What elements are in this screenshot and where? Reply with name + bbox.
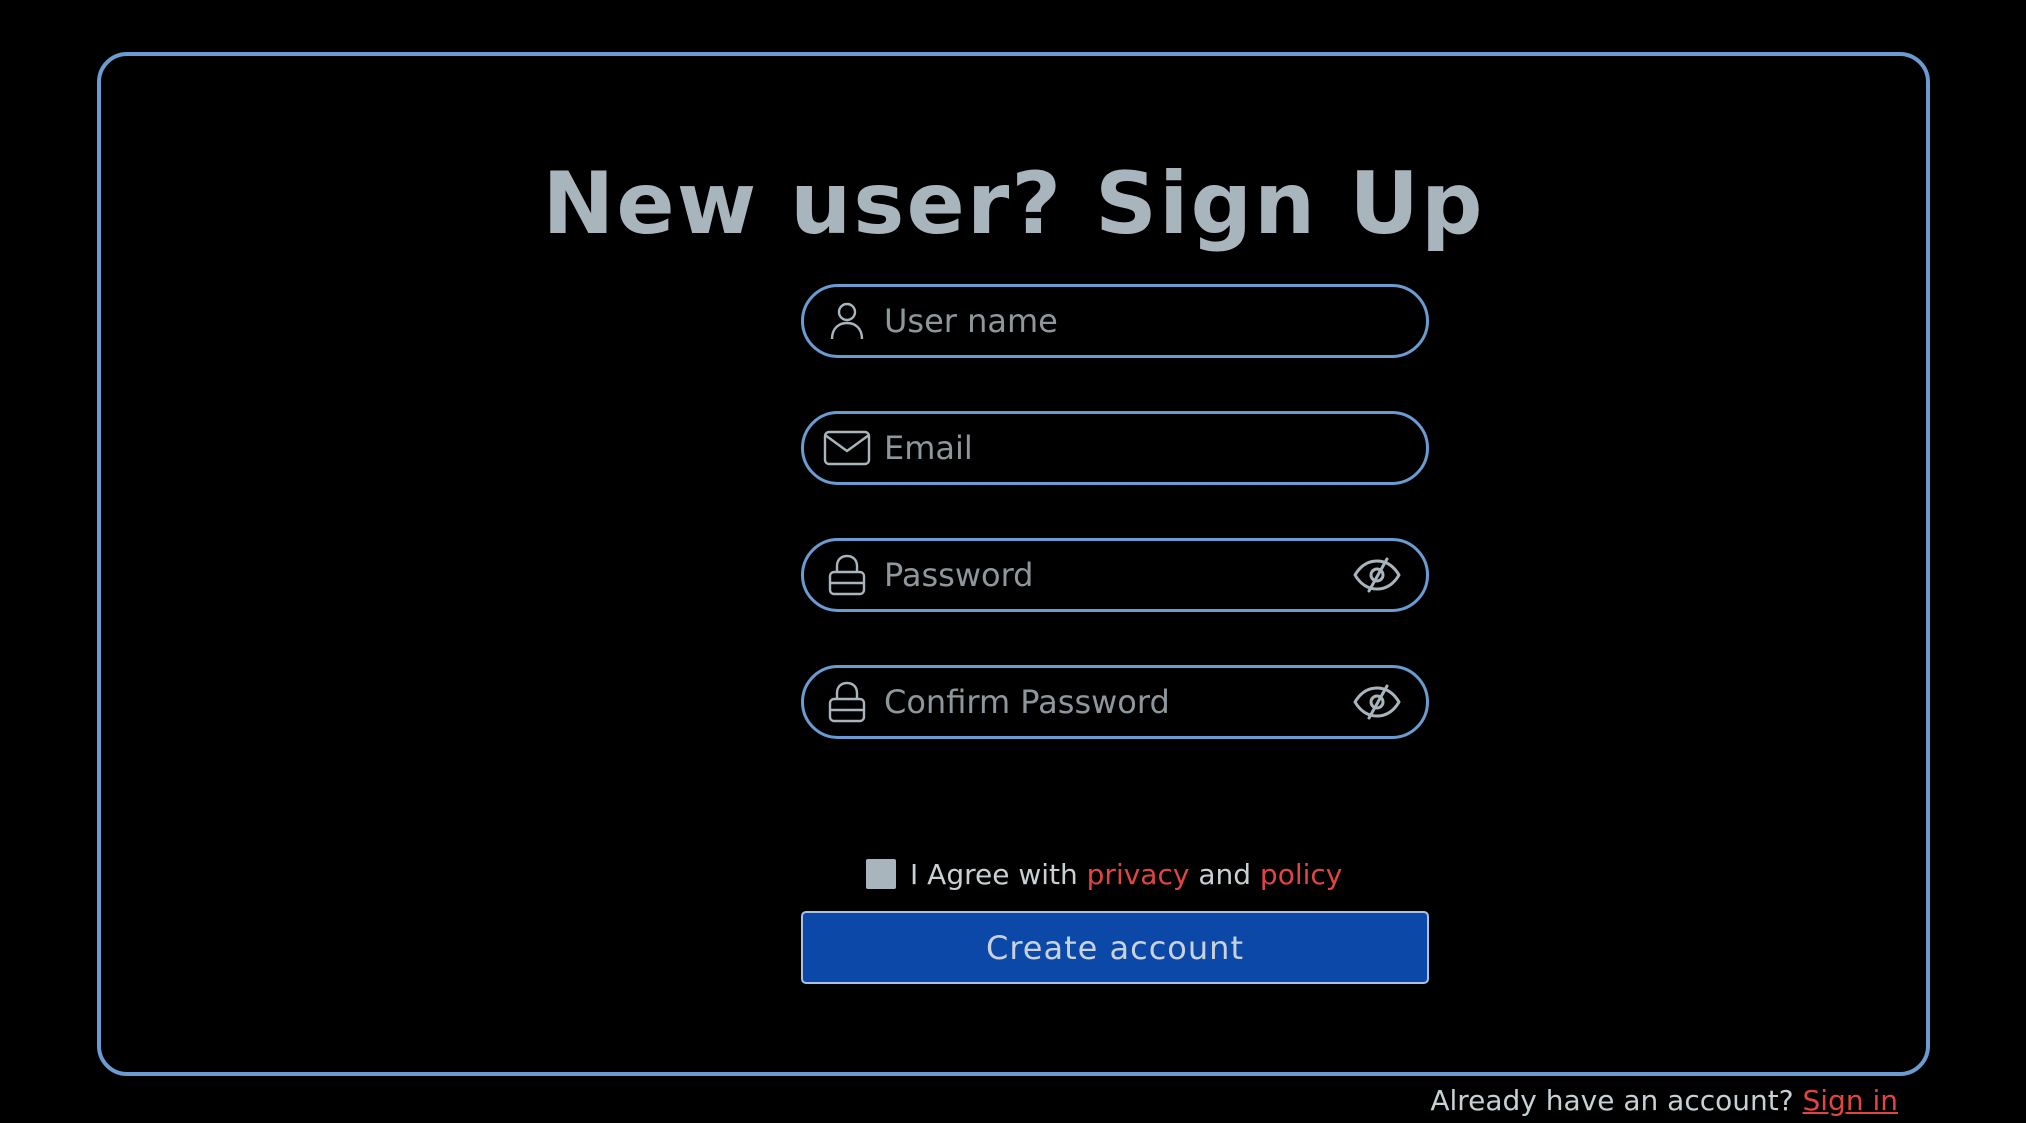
eye-slash-icon[interactable] xyxy=(1352,555,1402,595)
confirm-password-field[interactable] xyxy=(801,665,1429,739)
password-field[interactable] xyxy=(801,538,1429,612)
mail-icon xyxy=(822,426,872,470)
lock-icon xyxy=(822,680,872,724)
agree-row: I Agree with privacy and policy xyxy=(866,856,1342,892)
agree-connector: and xyxy=(1198,857,1252,891)
signup-card: New user? Sign Up User name Email I Agre… xyxy=(97,52,1930,1117)
signin-prompt: Already have an account? Sign in xyxy=(1430,1084,1898,1117)
agree-text: I Agree with xyxy=(910,857,1078,891)
policy-link[interactable]: policy xyxy=(1260,858,1342,891)
password-input[interactable] xyxy=(884,541,1336,609)
lock-icon xyxy=(822,553,872,597)
username-input[interactable] xyxy=(884,287,1336,355)
page-title: New user? Sign Up xyxy=(542,154,1485,254)
signin-link[interactable]: Sign in xyxy=(1803,1084,1899,1117)
email-field[interactable] xyxy=(801,411,1429,485)
agree-checkbox[interactable] xyxy=(866,859,896,889)
user-icon xyxy=(822,299,872,343)
username-field[interactable] xyxy=(801,284,1429,358)
create-account-button[interactable]: Create account xyxy=(801,911,1429,984)
privacy-link[interactable]: privacy xyxy=(1087,858,1190,891)
confirm-password-input[interactable] xyxy=(884,668,1336,736)
signin-prompt-text: Already have an account? xyxy=(1430,1084,1794,1117)
email-input[interactable] xyxy=(884,414,1336,482)
eye-slash-icon[interactable] xyxy=(1352,682,1402,722)
